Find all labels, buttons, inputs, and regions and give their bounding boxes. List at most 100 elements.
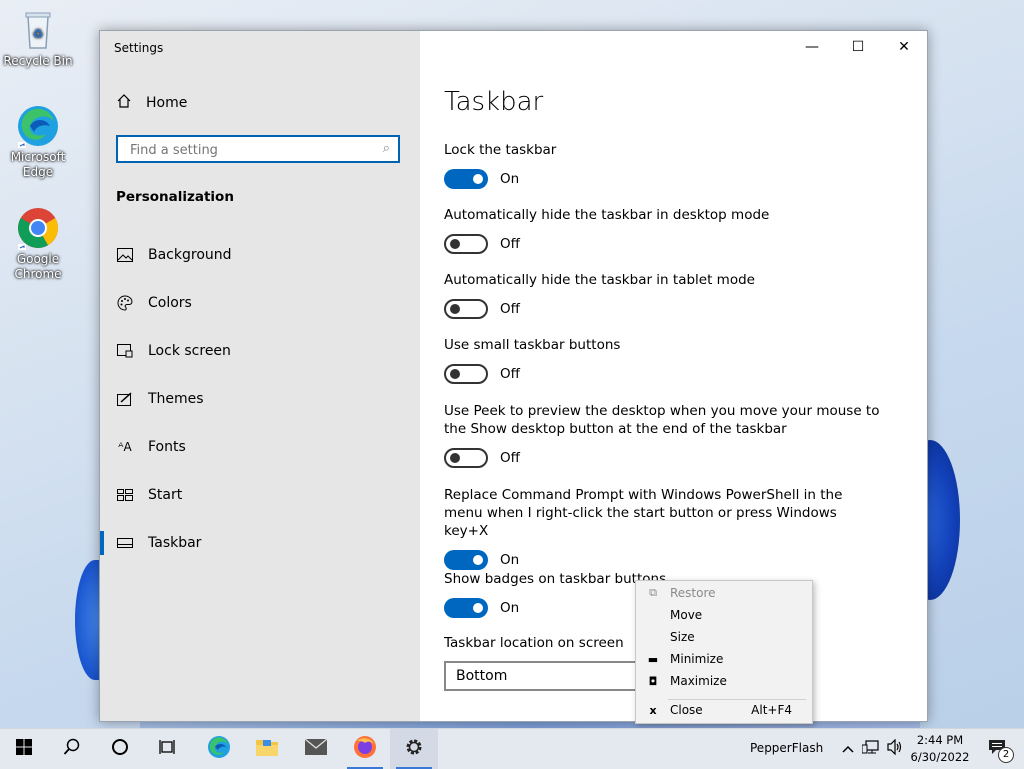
lock-taskbar-toggle[interactable] <box>444 169 488 189</box>
clock-time: 2:44 PM <box>916 733 964 747</box>
settings-sidebar: Settings Home ⌕ Personalization Backgrou… <box>100 31 420 721</box>
sidebar-item-themes[interactable]: Themes <box>100 375 420 423</box>
sidebar-item-label: Fonts <box>148 439 186 455</box>
start-button[interactable] <box>0 729 48 769</box>
chrome-icon <box>16 206 60 250</box>
taskbar: PepperFlash 2:44 PM 6/30/2022 2 <box>0 728 1024 769</box>
search-icon: ⌕ <box>382 141 390 156</box>
chevron-up-icon <box>842 742 854 757</box>
menu-item-minimize[interactable]: ▬ Minimize <box>636 648 812 670</box>
background-icon <box>116 246 134 264</box>
setting-peek: Use Peek to preview the desktop when you… <box>444 402 884 468</box>
tray-app-label[interactable]: PepperFlash <box>750 741 823 755</box>
folder-icon <box>255 737 279 761</box>
taskbar-app-mail[interactable] <box>292 729 340 769</box>
mail-icon <box>304 738 328 760</box>
taskbar-icon <box>116 534 134 552</box>
maximize-icon: ◘ <box>648 674 658 688</box>
search-box[interactable]: ⌕ <box>116 135 400 163</box>
taskbar-app-file-explorer[interactable] <box>243 729 291 769</box>
toggle-state: Off <box>500 301 520 317</box>
taskbar-app-firefox[interactable] <box>341 729 389 769</box>
window-title: Settings <box>114 41 164 55</box>
clock[interactable]: 2:44 PM 6/30/2022 <box>908 732 972 766</box>
setting-label: Lock the taskbar <box>444 142 557 158</box>
peek-toggle[interactable] <box>444 448 488 468</box>
tray-overflow-button[interactable] <box>838 729 858 769</box>
setting-small-buttons: Use small taskbar buttons Off <box>444 336 884 384</box>
section-title: Personalization <box>116 189 234 205</box>
clock-date: 6/30/2022 <box>910 750 970 764</box>
toggle-state: Off <box>500 236 520 252</box>
network-icon <box>861 739 880 759</box>
setting-label: Use small taskbar buttons <box>444 337 621 353</box>
menu-item-size[interactable]: Size <box>636 626 812 648</box>
setting-autohide-tablet: Automatically hide the taskbar in tablet… <box>444 271 884 319</box>
desktop-icon-chrome[interactable]: Google Chrome <box>0 206 76 282</box>
notification-center-button[interactable]: 2 <box>978 729 1018 769</box>
sidebar-item-label: Lock screen <box>148 343 231 359</box>
desktop-icon-label: Microsoft Edge <box>10 150 66 179</box>
menu-item-label: Move <box>670 608 703 622</box>
sidebar-item-background[interactable]: Background <box>100 231 420 279</box>
notification-icon: 2 <box>988 739 1014 763</box>
minimize-icon: ▬ <box>647 652 659 666</box>
gear-icon <box>403 736 425 762</box>
palette-icon <box>116 294 134 312</box>
network-button[interactable] <box>860 729 882 769</box>
sidebar-item-lock-screen[interactable]: Lock screen <box>100 327 420 375</box>
sidebar-item-fonts[interactable]: ᴬA Fonts <box>100 423 420 471</box>
home-link[interactable]: Home <box>116 93 187 113</box>
themes-icon <box>116 390 134 408</box>
search-button[interactable] <box>48 729 96 769</box>
taskbar-app-edge[interactable] <box>195 729 243 769</box>
sidebar-item-taskbar[interactable]: Taskbar <box>100 519 420 567</box>
toggle-state: Off <box>500 450 520 466</box>
search-icon <box>63 738 81 760</box>
sidebar-item-start[interactable]: Start <box>100 471 420 519</box>
lock-screen-icon <box>116 342 134 360</box>
home-icon <box>116 93 132 113</box>
taskbar-app-settings[interactable] <box>390 729 438 769</box>
toggle-state: Off <box>500 366 520 382</box>
cortana-icon <box>111 738 129 760</box>
fonts-icon: ᴬA <box>118 440 132 454</box>
powershell-toggle[interactable] <box>444 550 488 570</box>
desktop-icon-label: Recycle Bin <box>3 54 73 68</box>
sidebar-item-label: Taskbar <box>148 535 202 551</box>
volume-button[interactable] <box>884 729 906 769</box>
toggle-state: On <box>500 171 520 187</box>
toggle-state: On <box>500 552 520 568</box>
sidebar-item-label: Start <box>148 487 183 503</box>
window-context-menu: ⧉ Restore Move Size ▬ Minimize ◘ Maximiz… <box>635 580 813 724</box>
autohide-tablet-toggle[interactable] <box>444 299 488 319</box>
desktop-icon-edge[interactable]: Microsoft Edge <box>0 104 76 180</box>
volume-icon <box>886 738 904 759</box>
menu-item-close[interactable]: x Close Alt+F4 <box>636 699 812 721</box>
restore-icon: ⧉ <box>649 586 657 599</box>
setting-powershell: Replace Command Prompt with Windows Powe… <box>444 486 884 570</box>
sidebar-item-label: Colors <box>148 295 192 311</box>
toggle-state: On <box>500 600 520 616</box>
small-buttons-toggle[interactable] <box>444 364 488 384</box>
badges-toggle[interactable] <box>444 598 488 618</box>
autohide-desktop-toggle[interactable] <box>444 234 488 254</box>
menu-item-maximize[interactable]: ◘ Maximize <box>636 670 812 692</box>
menu-item-label: Close <box>670 703 703 717</box>
search-input[interactable] <box>128 137 372 163</box>
close-icon: x <box>649 703 657 717</box>
desktop-icon-recycle-bin[interactable]: ♻ Recycle Bin <box>0 8 76 69</box>
start-icon <box>116 486 134 504</box>
dropdown-value: Bottom <box>456 668 508 684</box>
home-label: Home <box>146 95 188 111</box>
page-title: Taskbar <box>444 87 544 117</box>
menu-item-restore[interactable]: ⧉ Restore <box>636 582 812 604</box>
menu-item-move[interactable]: Move <box>636 604 812 626</box>
task-view-button[interactable] <box>144 729 192 769</box>
menu-item-label: Maximize <box>670 674 727 688</box>
cortana-button[interactable] <box>96 729 144 769</box>
windows-logo-icon <box>16 739 32 759</box>
setting-label: Use Peek to preview the desktop when you… <box>444 403 880 437</box>
sidebar-item-colors[interactable]: Colors <box>100 279 420 327</box>
taskbar-location-dropdown[interactable]: Bottom <box>444 661 644 691</box>
